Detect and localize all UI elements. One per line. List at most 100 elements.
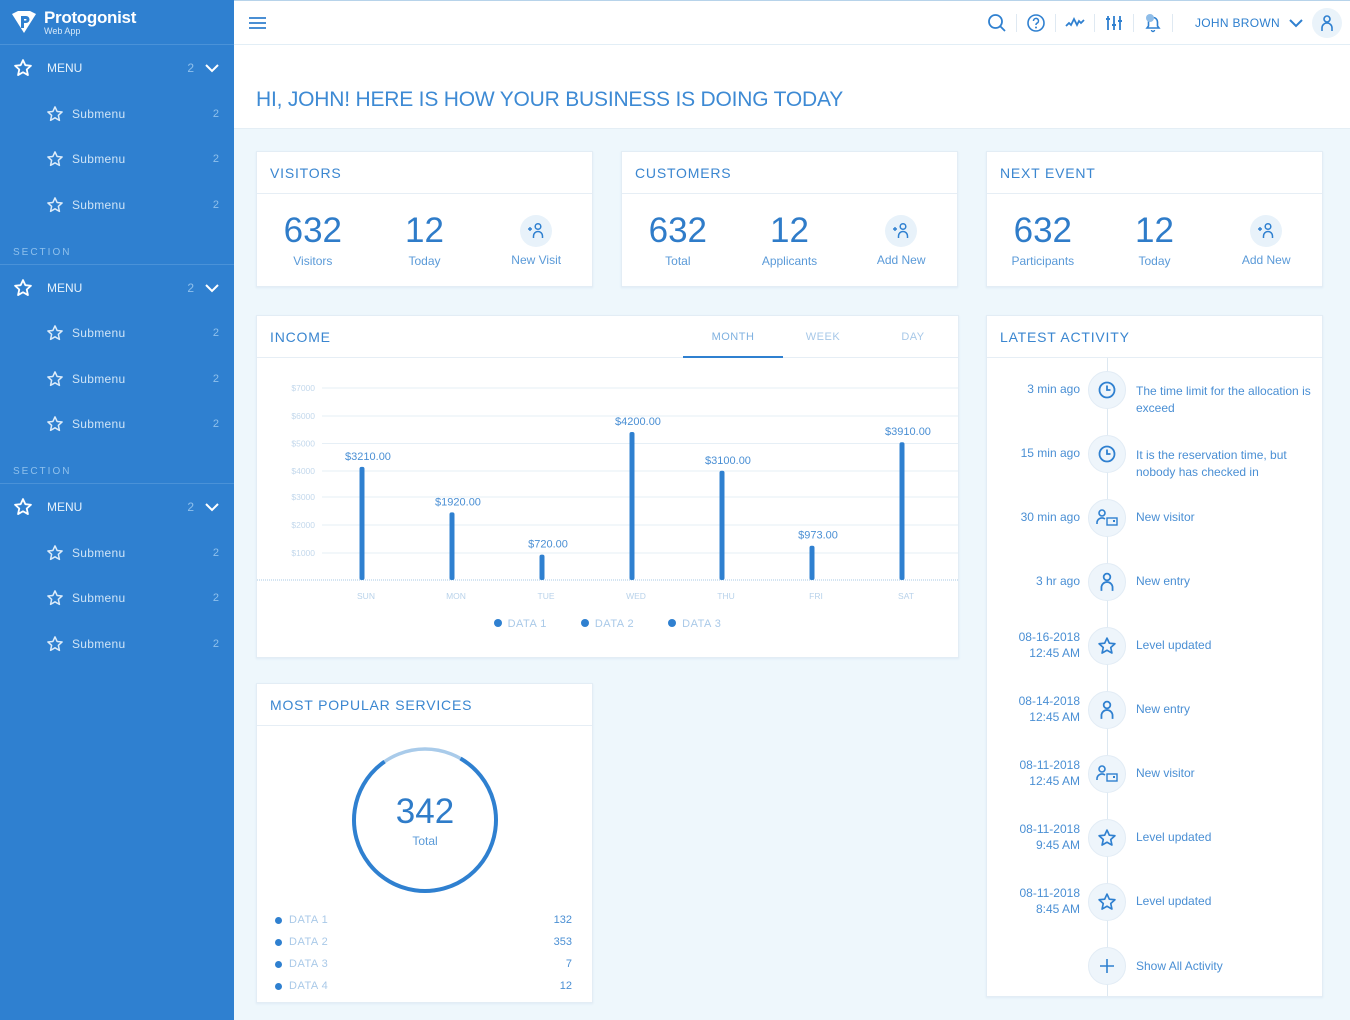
legend-item[interactable]: DATA 2	[580, 618, 634, 630]
tab-day[interactable]: DAY	[868, 316, 958, 358]
stat-primary: 632 Visitors	[257, 213, 369, 268]
activity-time: 08-11-2018 8:45 AM	[980, 885, 1081, 917]
income-bar-sun[interactable]	[359, 466, 365, 580]
tab-week[interactable]: WEEK	[778, 316, 868, 358]
income-bar-mon[interactable]	[449, 512, 455, 580]
stat-action-button[interactable]: Add New	[1210, 213, 1322, 267]
sidebar-submenu-item[interactable]: Submenu 2	[0, 137, 234, 183]
activity-item[interactable]: 15 min ago It is the reservation time, b…	[987, 435, 1322, 479]
stat-action-button[interactable]: Add New	[845, 213, 957, 267]
star-icon	[47, 196, 63, 212]
star-icon	[47, 416, 63, 432]
user-name[interactable]: JOHN BROWN	[1195, 16, 1280, 30]
x-tick-label: MON	[446, 591, 466, 601]
stat-primary-label: Participants	[1011, 253, 1075, 268]
brand-name: Protogonist	[44, 7, 137, 27]
bar-value-label: $3100.00	[705, 455, 751, 467]
stat-card-title: CUSTOMERS	[622, 152, 957, 194]
star-icon	[47, 105, 63, 121]
service-label: DATA 3	[289, 958, 329, 970]
income-bar-sat[interactable]	[899, 442, 905, 580]
bar-value-label: $4200.00	[615, 416, 661, 428]
sidebar-section-label: SECTION	[0, 228, 234, 265]
sidebar-submenu-item[interactable]: Submenu 2	[0, 311, 234, 357]
star-icon	[47, 325, 63, 341]
activity-item[interactable]: 30 min ago New visitor	[987, 499, 1322, 539]
activity-item[interactable]: 3 hr ago New entry	[987, 563, 1322, 603]
hamburger-menu-icon[interactable]	[248, 14, 267, 32]
user-avatar[interactable]	[1312, 8, 1342, 38]
chevron-down-icon[interactable]	[204, 280, 220, 296]
show-all-activity-label: Show All Activity	[1136, 959, 1223, 973]
sidebar-submenu-count: 2	[212, 637, 219, 650]
add-person-button[interactable]	[520, 215, 553, 247]
stat-action-label: Add New	[1241, 253, 1291, 267]
help-icon	[1027, 14, 1045, 32]
add-person-button[interactable]	[1250, 215, 1283, 247]
sidebar-menu-label: MENU	[47, 500, 83, 514]
filters-button[interactable]	[1095, 1, 1133, 45]
legend-item[interactable]: DATA 3	[668, 618, 721, 630]
sidebar-submenu-item[interactable]: Submenu 2	[0, 576, 234, 622]
tab-month[interactable]: MONTH	[683, 316, 783, 358]
chevron-down-icon[interactable]	[1288, 15, 1304, 31]
legend-dot-icon	[668, 619, 677, 627]
sidebar-submenu-item[interactable]: Submenu 2	[0, 91, 234, 137]
stat-primary-value: 632	[648, 210, 708, 250]
visitor-card-icon	[1096, 509, 1118, 526]
sidebar-submenu-label: Submenu	[72, 417, 126, 432]
show-all-activity-button[interactable]: Show All Activity	[987, 947, 1322, 987]
income-legend: DATA 1 DATA 2 DATA 3	[257, 618, 958, 630]
sidebar-submenu-item[interactable]: Submenu 2	[0, 182, 234, 228]
activity-item[interactable]: 08-11-2018 12:45 AM New visitor	[987, 755, 1322, 795]
y-tick-label: $5000	[291, 439, 315, 449]
x-tick-label: WED	[626, 591, 646, 601]
chevron-down-icon[interactable]	[204, 499, 220, 515]
sidebar-submenu-item[interactable]: Submenu 2	[0, 356, 234, 402]
income-bar-tue[interactable]	[539, 554, 545, 580]
activity-text: The time limit for the allocation is exc…	[1136, 384, 1311, 415]
plus-button[interactable]	[1088, 947, 1126, 985]
stat-primary: 632 Total	[622, 213, 734, 268]
star-icon	[14, 278, 32, 296]
sidebar-submenu-item[interactable]: Submenu 2	[0, 621, 234, 667]
sidebar-submenu-item[interactable]: Submenu 2	[0, 530, 234, 576]
legend-dot-icon	[580, 619, 589, 627]
x-tick-label: SUN	[357, 591, 375, 601]
service-value: 132	[553, 914, 572, 926]
legend-item[interactable]: DATA 1	[493, 618, 547, 630]
activity-item[interactable]: 08-16-2018 12:45 AM Level updated	[987, 627, 1322, 667]
sidebar-menu-0[interactable]: MENU 2	[0, 45, 234, 91]
search-button[interactable]	[978, 1, 1016, 45]
notifications-button[interactable]	[1134, 1, 1172, 45]
activity-item[interactable]: 08-11-2018 9:45 AM Level updated	[987, 819, 1322, 859]
activity-item[interactable]: 08-14-2018 12:45 AM New entry	[987, 691, 1322, 731]
income-bar-wed[interactable]	[629, 432, 635, 580]
sidebar-menu-2[interactable]: MENU 2	[0, 484, 234, 530]
service-row: DATA 1 132	[275, 909, 572, 931]
add-person-button[interactable]	[885, 215, 918, 247]
activity-icon-badge	[1088, 691, 1126, 729]
chevron-down-icon[interactable]	[204, 60, 220, 76]
stat-secondary: 12 Today	[369, 213, 481, 268]
sidebar-menu-count: 2	[187, 280, 194, 295]
sidebar-submenu-item[interactable]: Submenu 2	[0, 402, 234, 448]
activity-button[interactable]	[1056, 1, 1094, 45]
stat-secondary: 12 Applicants	[734, 213, 846, 268]
help-button[interactable]	[1017, 1, 1055, 45]
search-icon	[988, 14, 1006, 32]
activity-item[interactable]: 08-11-2018 8:45 AM Level updated	[987, 883, 1322, 923]
activity-item[interactable]: 3 min ago The time limit for the allocat…	[987, 371, 1322, 415]
activity-text: It is the reservation time, but nobody h…	[1136, 448, 1287, 479]
activity-text: New visitor	[1136, 766, 1195, 780]
sidebar-menu-1[interactable]: MENU 2	[0, 265, 234, 311]
activity-text: New visitor	[1136, 510, 1195, 524]
income-bar-thu[interactable]	[719, 470, 725, 580]
star-icon	[47, 370, 63, 386]
brand-logo[interactable]: Protogonist Web App	[0, 0, 234, 45]
service-label: DATA 2	[289, 936, 329, 948]
service-value: 7	[565, 958, 572, 970]
protogonist-logo-icon	[12, 11, 36, 33]
stat-action-button[interactable]: New Visit	[480, 213, 592, 267]
income-bar-fri[interactable]	[809, 545, 815, 580]
